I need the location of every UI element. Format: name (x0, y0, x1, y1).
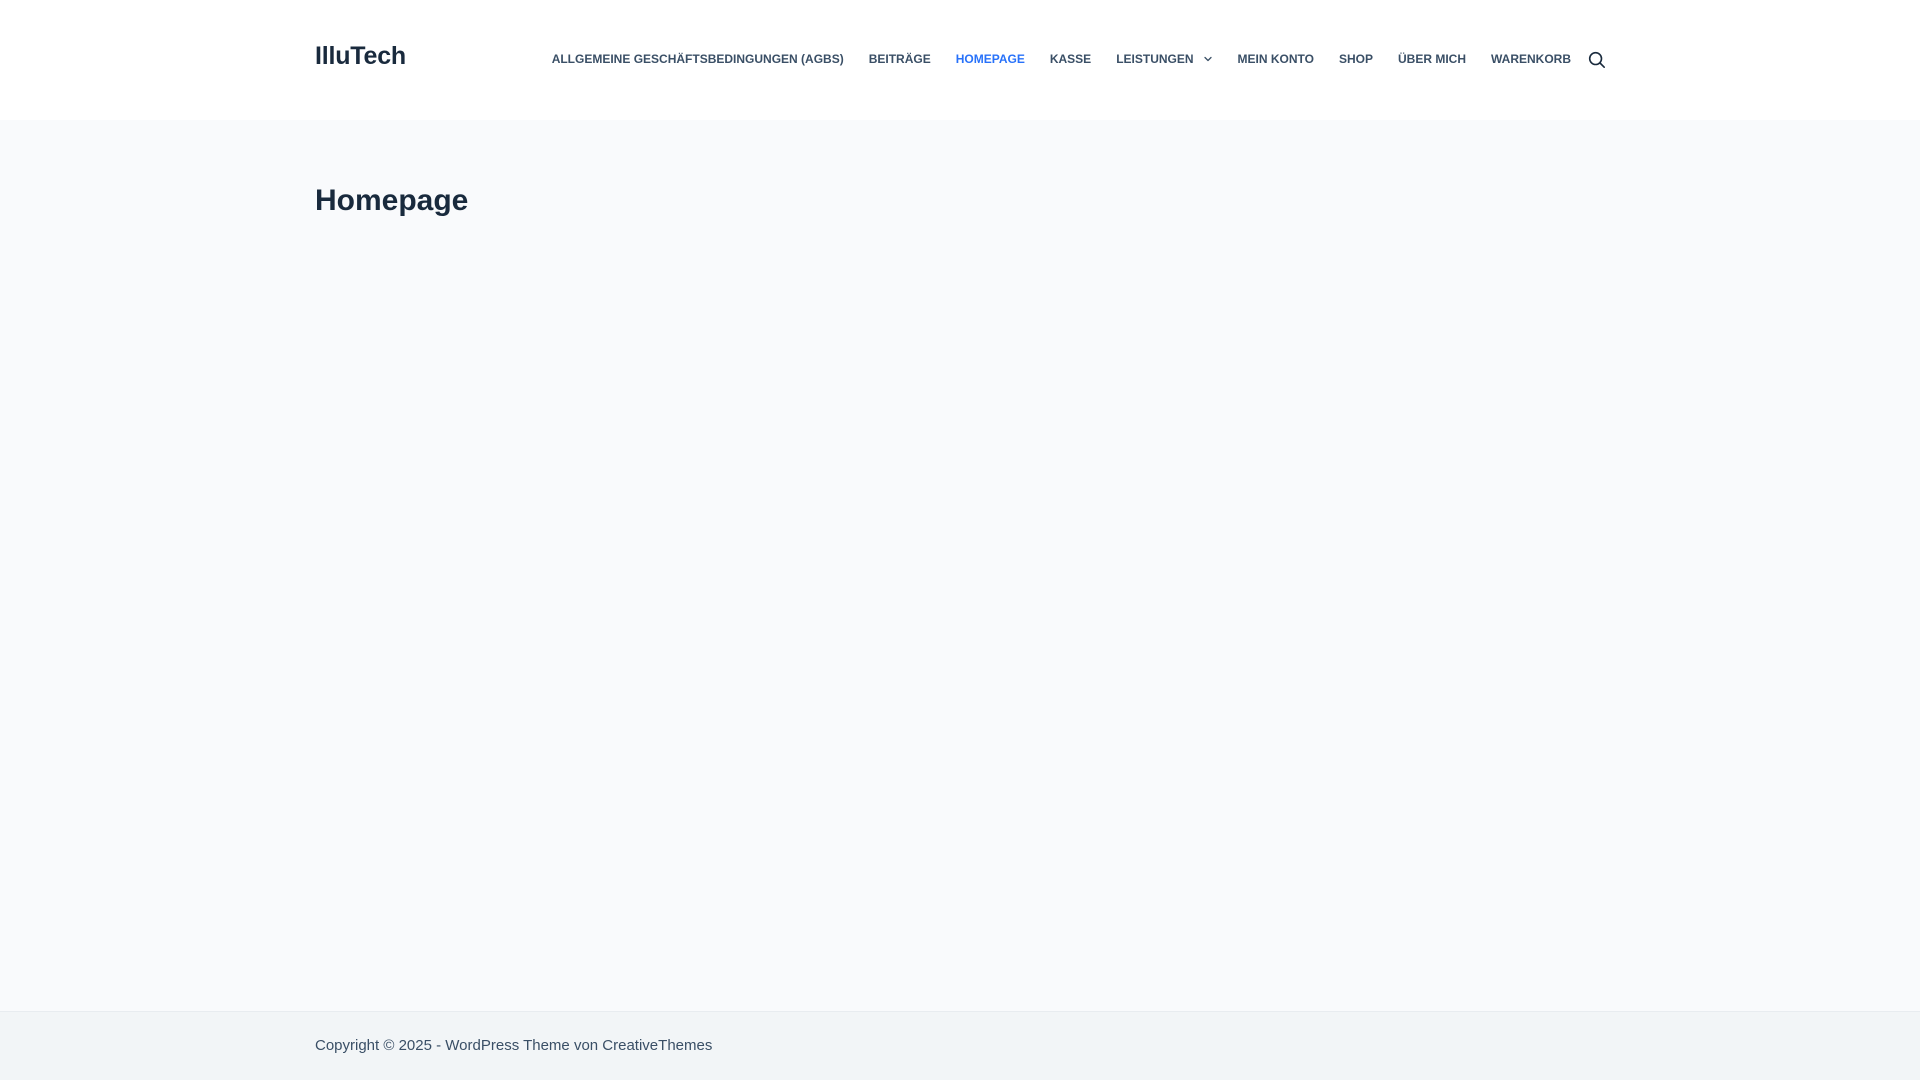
page-title: Homepage (315, 184, 469, 217)
nav-item-mein-konto[interactable]: Mein Konto (1238, 52, 1314, 66)
chevron-down-icon[interactable] (1203, 54, 1213, 64)
site-title-link[interactable]: IlluTech (315, 42, 406, 71)
nav-item-warenkorb[interactable]: Warenkorb (1491, 52, 1571, 66)
nav-item-label: Homepage (955, 52, 1025, 66)
nav-item-label: Leistungen (1116, 52, 1194, 66)
site-header: IlluTech Allgemeine Geschäftsbedingungen… (0, 0, 1920, 120)
creativethemes-link[interactable]: CreativeThemes (602, 1037, 712, 1054)
nav-item-leistungen[interactable]: Leistungen (1116, 52, 1212, 66)
main-navigation: Allgemeine Geschäftsbedingungen (AGBs) B… (552, 48, 1571, 70)
search-icon[interactable] (1588, 51, 1606, 69)
nav-item-label: Kasse (1049, 52, 1092, 66)
nav-item-label: Über mich (1398, 52, 1466, 66)
nav-item-label: Beiträge (868, 52, 931, 66)
copyright-text: Copyright © 2025 - WordPress Theme von C… (315, 1037, 712, 1054)
nav-item-label: Warenkorb (1491, 52, 1571, 66)
site-footer: Copyright © 2025 - WordPress Theme von C… (0, 1011, 1920, 1080)
nav-item-shop[interactable]: Shop (1339, 52, 1373, 66)
nav-item-ueber-mich[interactable]: Über mich (1398, 52, 1466, 66)
nav-item-homepage[interactable]: Homepage (956, 52, 1025, 66)
copyright-prefix: Copyright © 2025 - WordPress Theme von (315, 1037, 603, 1054)
nav-item-agbs[interactable]: Allgemeine Geschäftsbedingungen (AGBs) (552, 52, 844, 66)
nav-item-label: Shop (1338, 52, 1373, 66)
nav-item-kasse[interactable]: Kasse (1050, 52, 1091, 66)
nav-item-label: Mein Konto (1237, 52, 1314, 66)
nav-item-beitraege[interactable]: Beiträge (869, 52, 931, 66)
nav-item-label: Allgemeine Geschäftsbedingungen (AGBs) (551, 52, 844, 66)
